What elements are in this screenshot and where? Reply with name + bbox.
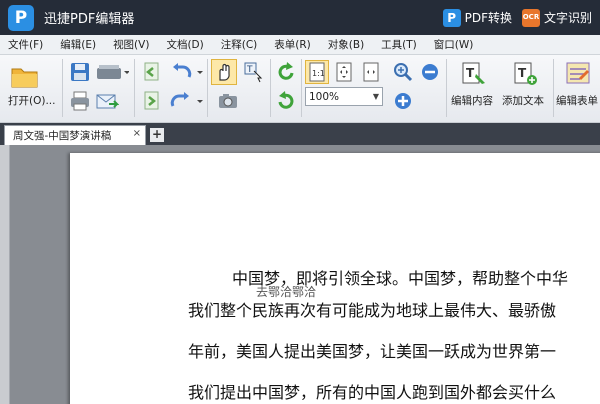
- page-forward-icon: [144, 91, 159, 110]
- document-viewport[interactable]: 中国梦，即将引领全球。中国梦，帮助整个中华 去鄂洽鄂洽 我们整个民族再次有可能成…: [0, 145, 600, 404]
- zoom-in-button[interactable]: [391, 89, 415, 113]
- page-back-icon: [144, 62, 159, 81]
- next-page-button[interactable]: [139, 89, 163, 113]
- select-text-icon: T: [244, 62, 263, 83]
- undo-icon: [173, 63, 203, 78]
- menu-bar: 文件(F) 编辑(E) 视图(V) 文档(D) 注释(C) 表单(R) 对象(B…: [0, 35, 600, 55]
- rotate-ccw-button[interactable]: [274, 89, 298, 113]
- actual-size-button[interactable]: 1:1: [305, 60, 329, 84]
- document-tab-strip: 周文强-中国梦演讲稿 × +: [0, 123, 600, 145]
- scanner-icon: [97, 65, 129, 79]
- doc-line-2: 我们整个民族再次有可能成为地球上最伟大、最骄傲: [188, 301, 557, 320]
- add-text-icon: T: [514, 62, 537, 85]
- menu-object[interactable]: 对象(B): [328, 37, 364, 52]
- chevron-down-icon: ▼: [372, 92, 379, 101]
- menu-view[interactable]: 视图(V): [113, 37, 149, 52]
- actual-size-icon: 1:1: [309, 62, 325, 82]
- edit-content-label: 编辑内容: [451, 95, 493, 107]
- doc-line-3: 年前，美国人提出美国梦，让美国一跃成为世界第一: [188, 342, 557, 361]
- menu-file[interactable]: 文件(F): [8, 37, 43, 52]
- menu-tools[interactable]: 工具(T): [381, 37, 417, 52]
- close-icon[interactable]: ×: [133, 128, 141, 139]
- zoom-out-icon: [422, 64, 438, 80]
- select-text-button[interactable]: T: [240, 59, 266, 85]
- camera-icon: [219, 94, 237, 108]
- edit-form-icon: [566, 62, 590, 84]
- hand-tool-button[interactable]: [211, 59, 237, 85]
- tab-title: 周文强-中国梦演讲稿: [13, 130, 112, 142]
- menu-comment[interactable]: 注释(C): [221, 37, 258, 52]
- folder-icon: [11, 68, 38, 88]
- zoom-select[interactable]: 100% ▼: [305, 87, 383, 106]
- zoom-tool-button[interactable]: [390, 60, 416, 84]
- save-button[interactable]: [67, 60, 93, 84]
- open-button[interactable]: [8, 61, 42, 91]
- zoom-in-icon: [395, 93, 411, 109]
- svg-text:T: T: [518, 66, 527, 80]
- add-text-button[interactable]: T: [510, 59, 540, 89]
- side-panel-strip[interactable]: [0, 145, 10, 404]
- edit-content-icon: T: [462, 62, 485, 84]
- fit-width-button[interactable]: [359, 60, 383, 84]
- new-tab-button[interactable]: +: [150, 128, 164, 142]
- toolbar: 打开(O)... T 1:1 100% ▼ T 编辑内容 T 添加文本 编辑表单: [0, 55, 600, 123]
- hand-icon: [219, 63, 230, 81]
- fit-page-button[interactable]: [332, 60, 356, 84]
- app-title: 迅捷PDF编辑器: [44, 12, 135, 27]
- redo-icon: [170, 92, 203, 107]
- rotate-cw-button[interactable]: [274, 60, 298, 84]
- zoom-magnifier-icon: [394, 63, 413, 82]
- svg-text:T: T: [466, 66, 475, 80]
- add-text-label: 添加文本: [502, 95, 544, 107]
- undo-button[interactable]: [168, 60, 204, 84]
- svg-text:T: T: [246, 65, 253, 75]
- pdf-convert-icon: P: [442, 8, 461, 27]
- menu-edit[interactable]: 编辑(E): [60, 37, 96, 52]
- fit-width-icon: [363, 62, 379, 82]
- edit-content-button[interactable]: T: [459, 59, 489, 89]
- rotate-clockwise-icon: [278, 62, 294, 80]
- print-button[interactable]: [67, 89, 93, 113]
- pdf-page[interactable]: 中国梦，即将引领全球。中国梦，帮助整个中华 去鄂洽鄂洽 我们整个民族再次有可能成…: [70, 153, 600, 404]
- menu-document[interactable]: 文档(D): [166, 37, 203, 52]
- tab-active-document[interactable]: 周文强-中国梦演讲稿 ×: [4, 125, 146, 145]
- email-button[interactable]: [94, 89, 120, 113]
- pdf-convert-label: PDF转换: [464, 11, 512, 25]
- pdf-convert-button[interactable]: P PDF转换: [442, 8, 512, 27]
- menu-form[interactable]: 表单(R): [274, 37, 311, 52]
- app-logo-icon: P: [8, 4, 34, 31]
- ocr-label: 文字识别: [543, 11, 592, 25]
- title-actions: P PDF转换 OCR 文字识别: [433, 0, 592, 35]
- snapshot-button[interactable]: [215, 89, 241, 113]
- edit-form-button[interactable]: [564, 59, 594, 89]
- open-label: 打开(O)...: [8, 95, 56, 107]
- scan-button[interactable]: [94, 60, 130, 84]
- ocr-icon: OCR: [521, 8, 540, 27]
- rotate-counterclockwise-icon: [278, 91, 294, 109]
- prev-page-button[interactable]: [139, 60, 163, 84]
- zoom-value: 100%: [309, 90, 340, 103]
- svg-text:1:1: 1:1: [312, 69, 325, 78]
- redo-button[interactable]: [168, 89, 204, 113]
- doc-line-4: 我们提出中国梦，所有的中国人跑到国外都会买什么: [188, 383, 557, 402]
- email-icon: [96, 94, 119, 109]
- save-icon: [71, 63, 89, 81]
- menu-window[interactable]: 窗口(W): [434, 37, 474, 52]
- ocr-button[interactable]: OCR 文字识别: [521, 8, 592, 27]
- title-bar: P 迅捷PDF编辑器 P PDF转换 OCR 文字识别: [0, 0, 600, 35]
- printer-icon: [71, 91, 89, 111]
- fit-page-icon: [336, 62, 352, 82]
- zoom-out-button[interactable]: [418, 60, 442, 84]
- edit-form-label: 编辑表单: [556, 95, 598, 107]
